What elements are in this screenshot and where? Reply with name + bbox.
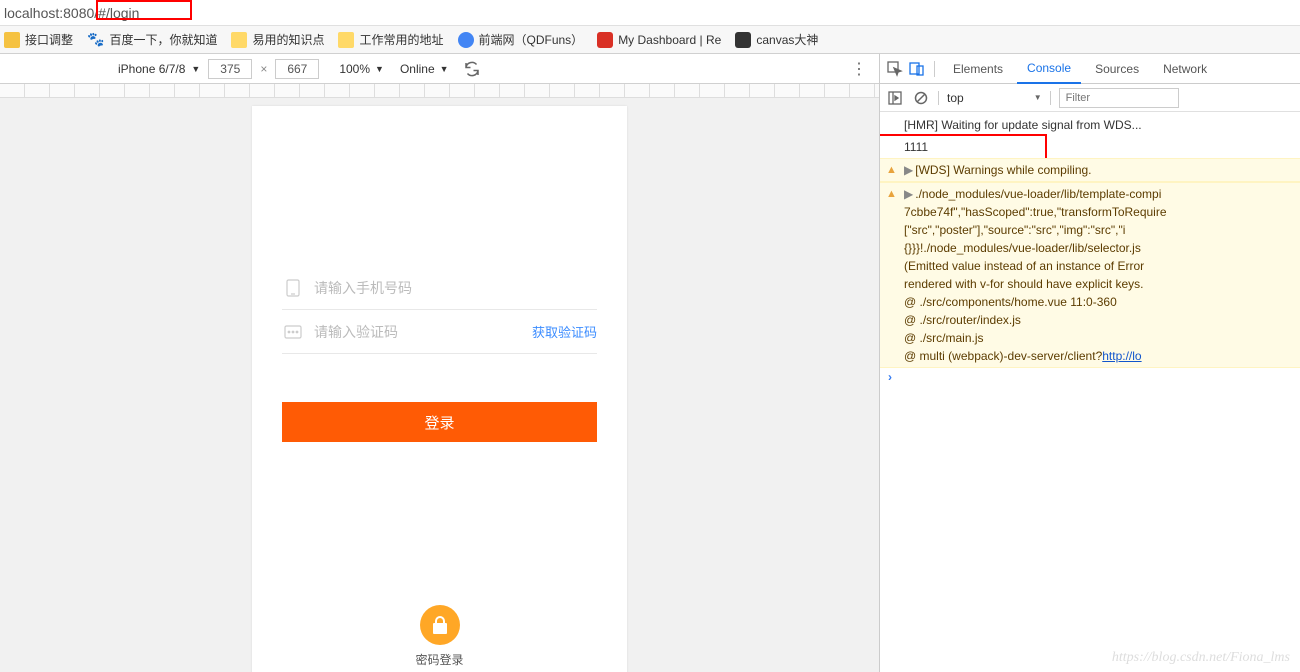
more-icon[interactable]: ⋮ — [851, 59, 867, 79]
context-select[interactable]: top — [947, 91, 1042, 105]
site-icon — [735, 32, 751, 48]
bookmark-item[interactable]: 接口调整 — [4, 31, 73, 48]
bookmark-item[interactable]: 工作常用的地址 — [338, 31, 443, 48]
bookmark-item[interactable]: 易用的知识点 — [231, 31, 324, 48]
phone-row — [282, 266, 597, 310]
tab-sources[interactable]: Sources — [1085, 54, 1149, 84]
password-login[interactable]: 密码登录 — [252, 605, 627, 668]
responsive-viewport: iPhone 6/7/8▼ × 100%▼ Online▼ ⋮ — [0, 54, 880, 672]
tab-network[interactable]: Network — [1153, 54, 1217, 84]
device-toggle-icon[interactable] — [908, 60, 926, 78]
log-row-warn: ▲ ▶./node_modules/vue-loader/lib/templat… — [880, 182, 1300, 368]
warning-icon: ▲ — [886, 186, 897, 203]
code-icon — [282, 324, 304, 340]
phone-icon — [282, 280, 304, 296]
login-form: 获取验证码 登录 — [252, 106, 627, 442]
bookmark-item[interactable]: My Dashboard | Re — [597, 32, 721, 48]
log-link[interactable]: http://lo — [1102, 349, 1141, 363]
site-icon — [458, 32, 474, 48]
lock-icon — [420, 605, 460, 645]
sidebar-toggle-icon[interactable] — [886, 89, 904, 107]
bookmark-item[interactable]: 🐾百度一下，你就知道 — [87, 31, 217, 48]
folder-icon — [231, 32, 247, 48]
console-toolbar: top — [880, 84, 1300, 112]
expand-icon[interactable]: ▶ — [904, 163, 913, 177]
login-button[interactable]: 登录 — [282, 402, 597, 442]
site-icon — [597, 32, 613, 48]
width-input[interactable] — [208, 59, 252, 79]
log-row-warn: ▲ ▶[WDS] Warnings while compiling. — [880, 158, 1300, 182]
log-row: 1111 — [880, 136, 1300, 158]
url-bar: localhost:8080/#/login — [0, 0, 1300, 26]
console-output[interactable]: [HMR] Waiting for update signal from WDS… — [880, 112, 1300, 672]
rotate-icon[interactable] — [463, 60, 481, 78]
folder-icon — [4, 32, 20, 48]
phone-frame: 获取验证码 登录 密码登录 — [252, 106, 627, 672]
zoom-select[interactable]: 100%▼ — [339, 62, 384, 76]
warning-icon: ▲ — [886, 162, 897, 179]
phone-input[interactable] — [314, 280, 597, 296]
devtools-tabs: Elements Console Sources Network — [880, 54, 1300, 84]
clear-icon[interactable] — [912, 89, 930, 107]
network-select[interactable]: Online▼ — [400, 62, 449, 76]
dimension-x: × — [260, 62, 267, 76]
bookmark-item[interactable]: canvas大神 — [735, 31, 818, 48]
get-code-link[interactable]: 获取验证码 — [532, 322, 597, 341]
tab-elements[interactable]: Elements — [943, 54, 1013, 84]
tab-console[interactable]: Console — [1017, 54, 1081, 84]
height-input[interactable] — [275, 59, 319, 79]
inspect-icon[interactable] — [886, 60, 904, 78]
viewport-canvas: 获取验证码 登录 密码登录 — [0, 84, 879, 672]
password-login-label: 密码登录 — [252, 651, 627, 668]
console-prompt[interactable]: › — [880, 368, 1300, 386]
device-select[interactable]: iPhone 6/7/8▼ — [118, 62, 200, 76]
url-text[interactable]: localhost:8080/#/login — [4, 5, 139, 21]
code-row: 获取验证码 — [282, 310, 597, 354]
paw-icon: 🐾 — [87, 31, 104, 48]
bookmark-item[interactable]: 前端网（QDFuns） — [458, 31, 584, 48]
ruler — [0, 84, 879, 98]
filter-input[interactable] — [1059, 88, 1179, 108]
folder-icon — [338, 32, 354, 48]
device-toolbar: iPhone 6/7/8▼ × 100%▼ Online▼ ⋮ — [0, 54, 879, 84]
devtools-panel: Elements Console Sources Network top [HM… — [880, 54, 1300, 672]
log-row: [HMR] Waiting for update signal from WDS… — [880, 114, 1300, 136]
bookmarks-bar: 接口调整 🐾百度一下，你就知道 易用的知识点 工作常用的地址 前端网（QDFun… — [0, 26, 1300, 54]
code-input[interactable] — [314, 324, 532, 340]
expand-icon[interactable]: ▶ — [904, 187, 913, 201]
